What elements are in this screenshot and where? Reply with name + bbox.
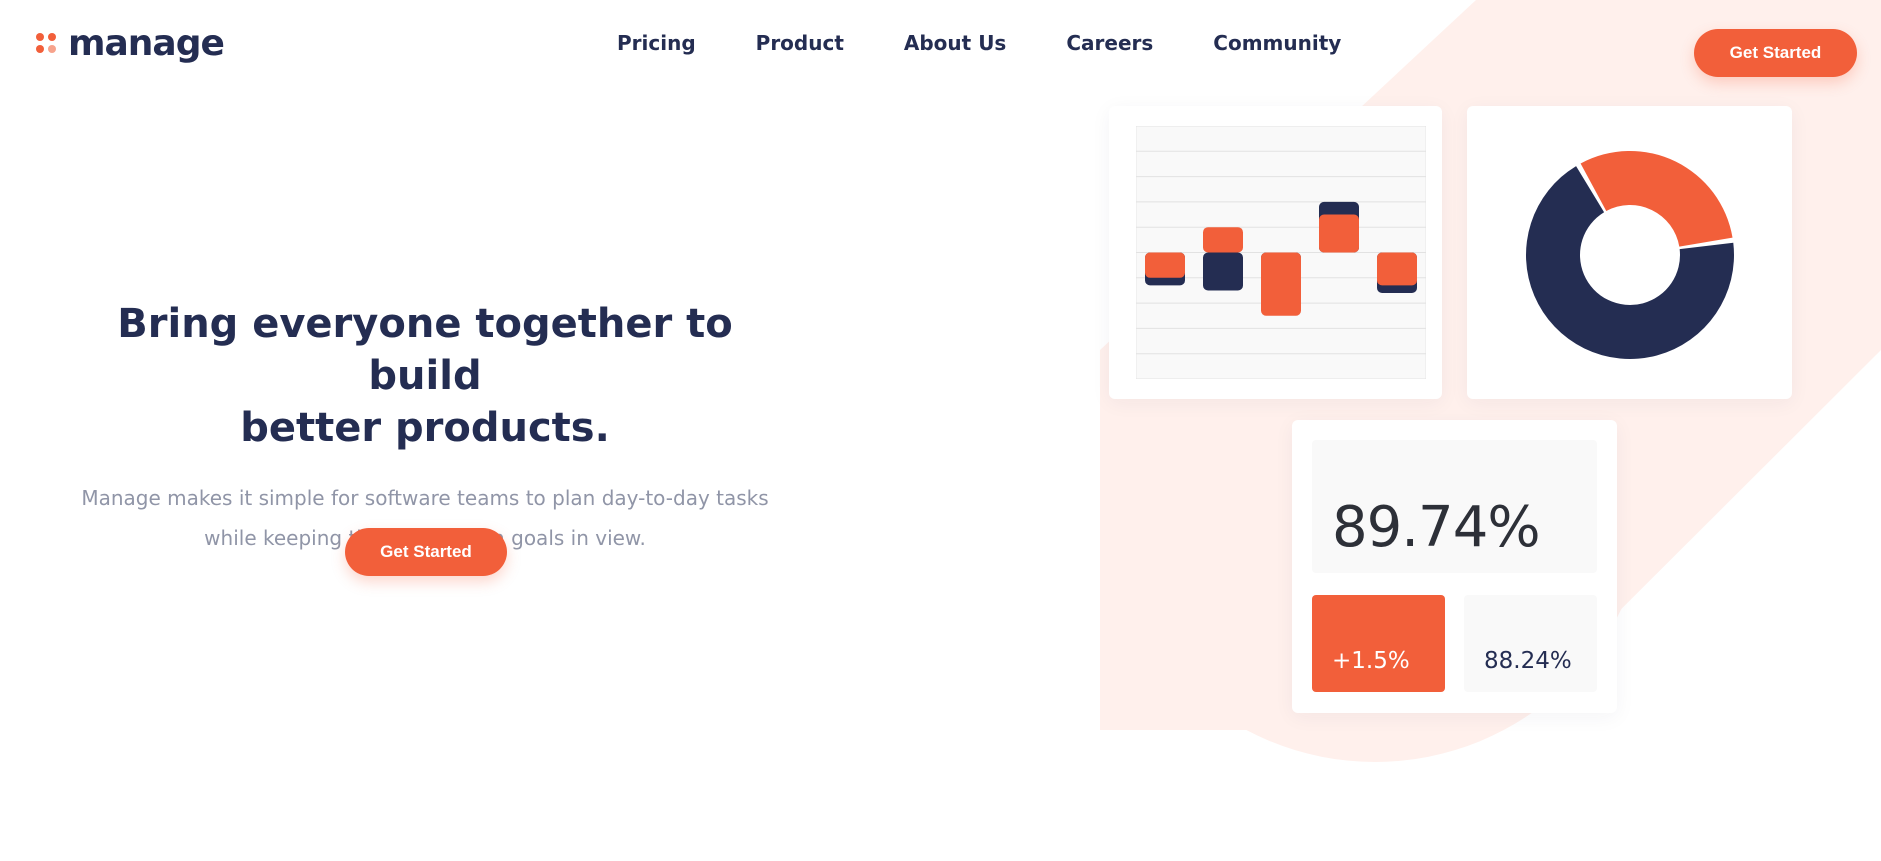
- nav-link-careers[interactable]: Careers: [1066, 30, 1153, 56]
- bar-series-2-3: [1261, 252, 1301, 316]
- change-stat-tile: +1.5%: [1312, 595, 1445, 692]
- nav-link-about-us[interactable]: About Us: [904, 30, 1006, 56]
- logo-icon: [36, 33, 58, 55]
- hero-title-line-2: better products.: [240, 405, 610, 451]
- nav-link-pricing[interactable]: Pricing: [617, 30, 696, 56]
- bar-series-2-2: [1203, 227, 1243, 253]
- donut-chart-card: [1467, 106, 1792, 399]
- main-nav: Pricing Product About Us Careers Communi…: [617, 30, 1341, 56]
- bar-series-2-4: [1319, 214, 1359, 253]
- nav-link-product[interactable]: Product: [756, 30, 844, 56]
- bar-chart: [1136, 126, 1426, 379]
- secondary-stat-tile: 88.24%: [1464, 595, 1597, 692]
- bar-series-2-5: [1377, 252, 1417, 286]
- bar-series-2-1: [1145, 252, 1185, 278]
- donut-slice-1: [1580, 151, 1733, 247]
- hero-title-line-1: Bring everyone together to build: [117, 301, 733, 399]
- bar-series-1-2: [1203, 252, 1243, 291]
- header-get-started-button[interactable]: Get Started: [1694, 29, 1857, 77]
- main-stat-tile: 89.74%: [1312, 440, 1597, 573]
- hero-section: Bring everyone together to build better …: [60, 298, 790, 576]
- bar-chart-card: [1109, 106, 1442, 399]
- secondary-stat-value: 88.24%: [1484, 648, 1572, 674]
- main-stat-value: 89.74%: [1332, 495, 1541, 560]
- change-stat-value: +1.5%: [1332, 648, 1410, 674]
- stats-card: 89.74% +1.5% 88.24%: [1292, 420, 1617, 713]
- donut-chart: [1526, 151, 1734, 359]
- logo[interactable]: manage: [36, 23, 225, 64]
- logo-text: manage: [68, 23, 225, 64]
- nav-link-community[interactable]: Community: [1213, 30, 1341, 56]
- hero-get-started-button[interactable]: Get Started: [345, 528, 507, 576]
- site-header: manage Pricing Product About Us Careers …: [0, 0, 1881, 90]
- hero-title: Bring everyone together to build better …: [60, 298, 790, 454]
